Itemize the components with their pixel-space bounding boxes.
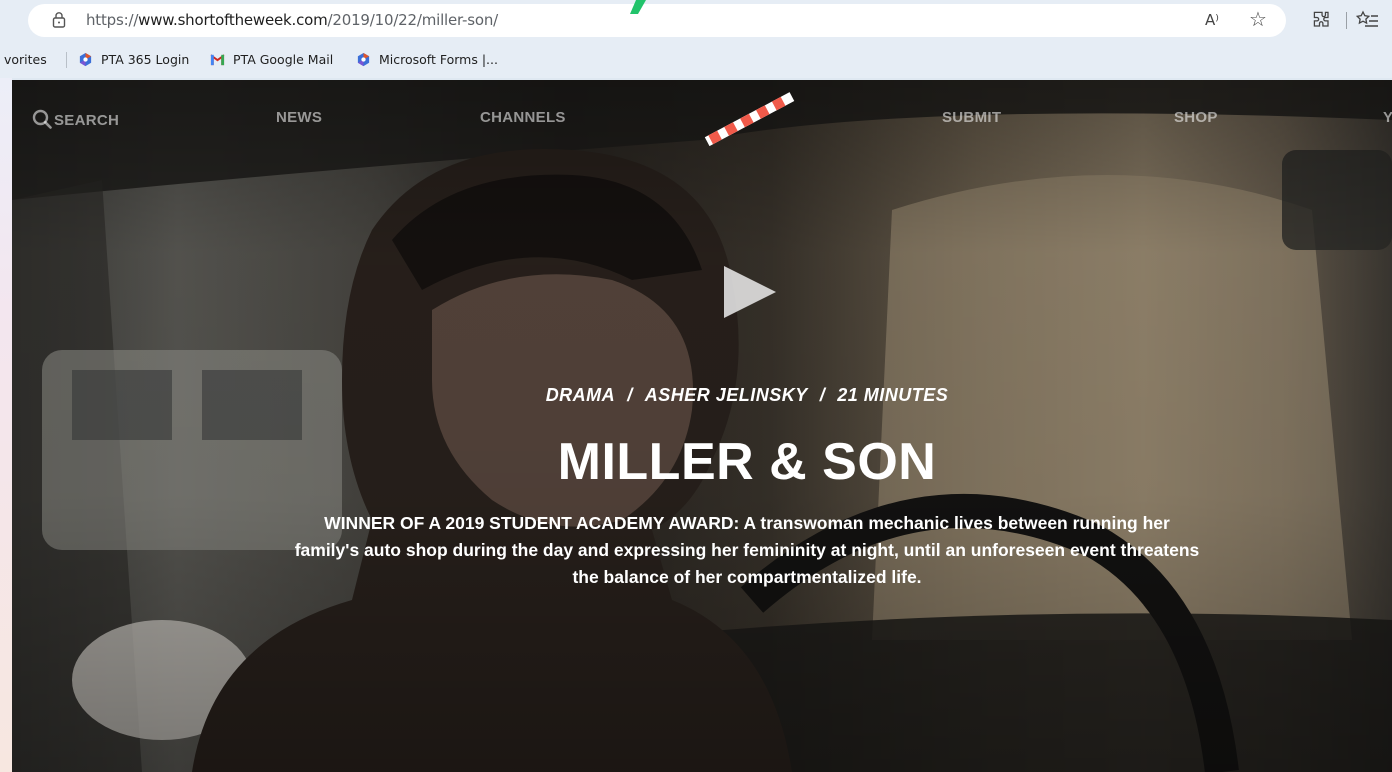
nav-search[interactable]: SEARCH bbox=[32, 109, 119, 129]
favorite-label: Microsoft Forms |... bbox=[379, 52, 498, 67]
nav-shop[interactable]: SHOP bbox=[1174, 109, 1218, 126]
green-streak-decoration bbox=[630, 0, 646, 14]
url-scheme: https:// bbox=[86, 11, 139, 29]
favorite-pta-google-mail[interactable]: PTA Google Mail bbox=[210, 52, 333, 67]
url-text[interactable]: https://www.shortoftheweek.com/2019/10/2… bbox=[86, 11, 498, 29]
film-title: MILLER & SON bbox=[557, 433, 937, 491]
office-icon bbox=[79, 52, 92, 67]
film-hero: SEARCH NEWS CHANNELS SUBMIT SHOP Y DRAMA… bbox=[12, 80, 1392, 772]
film-duration: 21 MINUTES bbox=[837, 385, 949, 405]
favorite-pta-365-login[interactable]: PTA 365 Login bbox=[78, 52, 189, 67]
browser-toolbar: https://www.shortoftheweek.com/2019/10/2… bbox=[0, 0, 1392, 42]
favorites-divider bbox=[66, 52, 67, 68]
search-icon bbox=[32, 109, 52, 129]
gmail-icon bbox=[210, 54, 225, 66]
nav-submit[interactable]: SUBMIT bbox=[942, 109, 1001, 126]
favorites-bar: vorites PTA 365 Login PTA Google Mail Mi… bbox=[0, 42, 1392, 78]
film-genre[interactable]: DRAMA bbox=[546, 385, 616, 406]
url-host: www.shortoftheweek.com bbox=[138, 11, 328, 29]
film-director[interactable]: ASHER JELINSKY bbox=[645, 385, 808, 406]
favorite-label: PTA 365 Login bbox=[101, 52, 190, 67]
extensions-icon[interactable] bbox=[1310, 8, 1334, 32]
favorites-folder[interactable]: vorites bbox=[4, 52, 47, 67]
nav-cut-off-item[interactable]: Y bbox=[1383, 109, 1392, 126]
read-aloud-icon[interactable]: A⁾ bbox=[1200, 8, 1224, 32]
meta-separator: / bbox=[627, 385, 633, 405]
film-description: WINNER OF A 2019 STUDENT ACADEMY AWARD: … bbox=[294, 513, 1200, 587]
nav-search-label: SEARCH bbox=[54, 112, 120, 129]
nav-channels[interactable]: CHANNELS bbox=[480, 109, 566, 126]
url-path: /2019/10/22/miller-son/ bbox=[327, 11, 499, 29]
favorite-label: PTA Google Mail bbox=[233, 52, 334, 67]
lock-icon[interactable] bbox=[52, 11, 66, 29]
hero-overlay bbox=[12, 80, 1392, 772]
favorite-microsoft-forms[interactable]: Microsoft Forms |... bbox=[356, 52, 498, 67]
site-logo[interactable] bbox=[702, 90, 798, 150]
favorites-list-icon[interactable] bbox=[1356, 8, 1380, 32]
film-meta: DRAMA / ASHER JELINSKY / 21 MINUTES bbox=[12, 385, 1392, 406]
office-icon bbox=[357, 52, 370, 67]
meta-separator: / bbox=[819, 385, 826, 405]
favorite-star-icon[interactable]: ☆ bbox=[1246, 8, 1270, 32]
play-icon[interactable] bbox=[722, 264, 778, 320]
window-edge bbox=[0, 0, 12, 772]
nav-news[interactable]: NEWS bbox=[276, 109, 322, 126]
toolbar-divider bbox=[1346, 12, 1347, 29]
